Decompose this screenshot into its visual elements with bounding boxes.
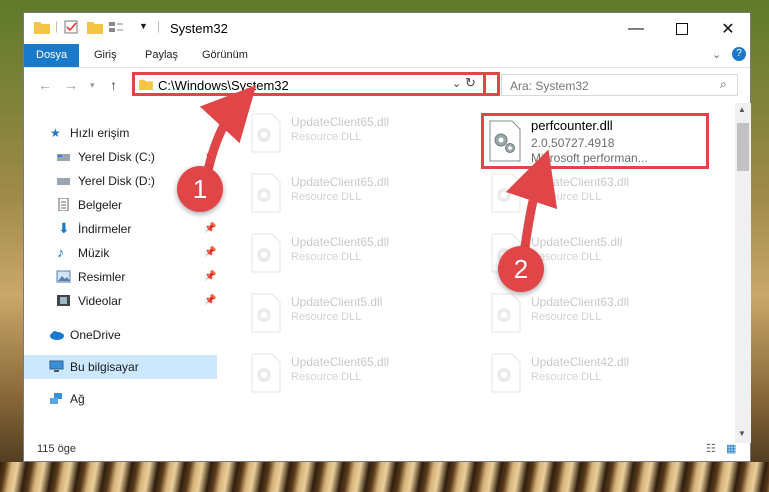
star-icon: ★ [50, 126, 61, 140]
file-version: 2.0.50727.4918 [531, 136, 615, 150]
file-item[interactable]: UpdateClient63.dll Resource DLL [457, 289, 682, 337]
dll-file-icon [491, 293, 521, 333]
sidebar-item-music[interactable]: ♪ Müzik 📌 [24, 241, 217, 265]
minimize-button[interactable]: — [613, 13, 659, 44]
tab-view[interactable]: Görünüm [202, 44, 248, 67]
vertical-scrollbar[interactable]: ▲ ▼ [735, 103, 751, 443]
refresh-icon[interactable]: ↻ [465, 75, 476, 91]
window-title: System32 [170, 21, 228, 36]
cloud-icon [50, 331, 64, 340]
scroll-down-icon[interactable]: ▼ [738, 429, 746, 438]
download-icon: ⬇ [58, 220, 70, 236]
dll-file-icon [491, 353, 521, 393]
callout-badge-2: 2 [498, 246, 544, 292]
pin-icon: 📌 [204, 223, 217, 234]
file-item[interactable]: UpdateClient5.dll Resource DLL [457, 229, 682, 277]
drive-icon [57, 178, 70, 185]
drive-icon [57, 154, 70, 161]
dll-file-icon [251, 233, 281, 273]
pictures-icon [56, 270, 71, 283]
search-input[interactable] [508, 77, 712, 95]
sidebar-item-downloads[interactable]: ⬇ İndirmeler 📌 [24, 217, 217, 241]
file-item[interactable]: UpdateClient65.dll Resource DLL [217, 169, 442, 217]
sidebar-item-quick-access[interactable]: ★ Hızlı erişim [24, 121, 217, 145]
status-bar: 115 öge ☷ ▦ [24, 439, 750, 461]
file-item[interactable]: UpdateClient42.dll Resource DLL [457, 349, 682, 397]
folder-icon [34, 22, 50, 34]
network-icon [50, 393, 62, 404]
sidebar-item-videos[interactable]: Videolar 📌 [24, 289, 217, 313]
sidebar-item-local-disk-c[interactable]: Yerel Disk (C:) 📌 [24, 145, 217, 169]
chevron-down-icon[interactable]: ▼ [139, 21, 148, 31]
item-count: 115 öge [37, 443, 76, 455]
expand-ribbon-icon[interactable]: ⌄ [712, 48, 721, 61]
forward-button[interactable]: → [64, 77, 78, 93]
search-box[interactable]: ⌕ [501, 74, 738, 96]
tiles-view-icon[interactable]: ▦ [726, 442, 736, 455]
file-item[interactable]: UpdateClient65.dll Resource DLL [217, 349, 442, 397]
pin-icon: 📌 [204, 247, 217, 258]
dll-file-icon [489, 120, 521, 162]
up-button[interactable]: ↑ [110, 77, 117, 93]
sidebar-item-network[interactable]: Ağ [24, 387, 217, 411]
file-list: UpdateClient65.dll Resource DLL UpdateCl… [217, 103, 735, 443]
file-name: perfcounter.dll [531, 118, 613, 133]
properties-icon[interactable] [64, 20, 80, 34]
tab-file[interactable]: Dosya [24, 44, 80, 67]
address-dropdown-icon[interactable]: ⌄ [452, 77, 461, 90]
file-item[interactable]: UpdateClient63.dll Resource DLL [457, 169, 682, 217]
tab-share[interactable]: Paylaş [145, 44, 178, 67]
file-item[interactable]: UpdateClient65.dll Resource DLL [217, 109, 442, 157]
tab-home[interactable]: Giriş [94, 44, 117, 67]
sidebar-item-onedrive[interactable]: OneDrive [24, 323, 217, 347]
dll-file-icon [251, 353, 281, 393]
scrollbar-thumb[interactable] [737, 123, 749, 171]
dll-file-icon [251, 173, 281, 213]
navigation-pane: ★ Hızlı erişim Yerel Disk (C:) 📌 Yerel D… [24, 103, 217, 443]
scroll-up-icon[interactable]: ▲ [738, 105, 746, 114]
document-icon [58, 198, 69, 211]
ribbon-tabs: Dosya Giriş Paylaş Görünüm ⌄ ? [24, 44, 750, 68]
sidebar-item-this-pc[interactable]: Bu bilgisayar [24, 355, 217, 379]
back-button[interactable]: ← [38, 77, 52, 93]
computer-icon [49, 360, 64, 372]
file-item[interactable]: UpdateClient65.dll Resource DLL [217, 229, 442, 277]
dll-file-icon [491, 173, 521, 213]
pin-icon: 📌 [204, 151, 217, 162]
recent-locations-icon[interactable]: ▾ [90, 80, 95, 91]
close-button[interactable]: ✕ [705, 13, 751, 44]
music-icon: ♪ [57, 244, 64, 260]
customize-toolbar-icon[interactable] [108, 20, 124, 34]
maximize-button[interactable] [659, 13, 705, 44]
dll-file-icon [251, 293, 281, 333]
address-bar[interactable]: C:\Windows\System32 ⌄ [132, 72, 486, 96]
desktop-background [0, 462, 769, 492]
search-icon[interactable]: ⌕ [720, 77, 727, 92]
video-icon [57, 295, 70, 306]
help-icon[interactable]: ? [732, 47, 746, 61]
dll-file-icon [251, 113, 281, 153]
details-view-icon[interactable]: ☷ [706, 442, 716, 455]
callout-badge-1: 1 [177, 166, 223, 212]
folder-icon [139, 79, 153, 90]
pin-icon: 📌 [204, 271, 217, 282]
address-path: C:\Windows\System32 [158, 78, 289, 93]
pin-icon: 📌 [204, 295, 217, 306]
file-item[interactable]: UpdateClient5.dll Resource DLL [217, 289, 442, 337]
navigation-bar: ← → ▾ ↑ C:\Windows\System32 ⌄ ↻ ⌕ [24, 68, 750, 102]
file-description: Microsoft performan... [531, 151, 648, 165]
title-bar: | ▼ | System32 — ✕ [24, 13, 750, 44]
explorer-window: | ▼ | System32 — ✕ Dosya Giriş Paylaş Gö… [23, 12, 751, 462]
featured-file-item[interactable]: perfcounter.dll 2.0.50727.4918 Microsoft… [481, 113, 709, 169]
new-folder-icon[interactable] [87, 20, 103, 34]
refresh-button[interactable] [486, 72, 500, 96]
sidebar-item-pictures[interactable]: Resimler 📌 [24, 265, 217, 289]
